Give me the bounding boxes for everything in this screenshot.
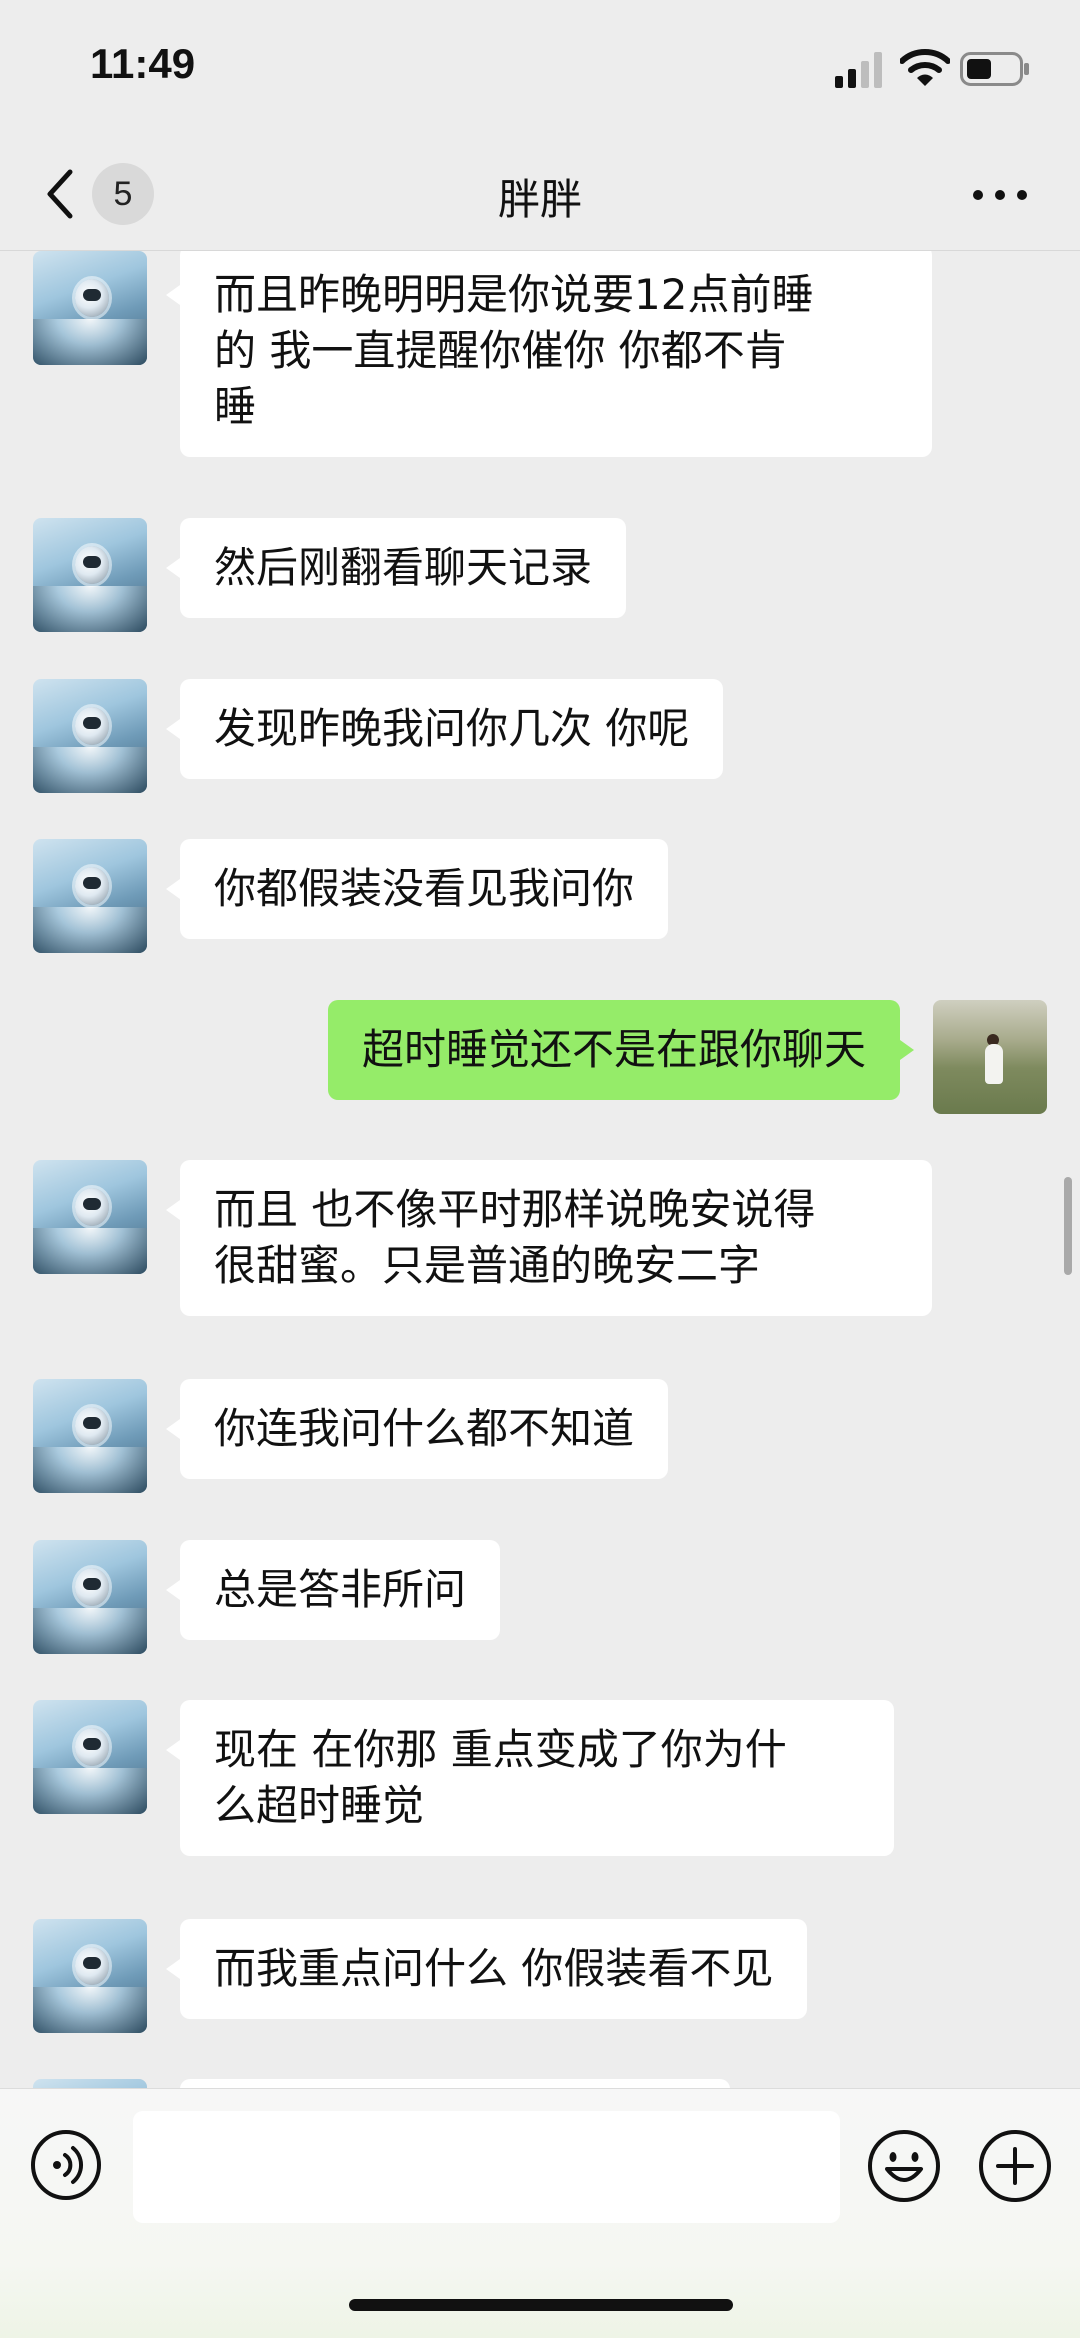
battery-icon xyxy=(960,52,1029,86)
contact-avatar[interactable] xyxy=(33,1540,147,1654)
plus-icon[interactable] xyxy=(978,2129,1052,2203)
scrollbar[interactable] xyxy=(1064,1177,1072,1275)
chat-title: 胖胖 xyxy=(497,175,582,224)
emoji-icon[interactable] xyxy=(867,2129,941,2203)
home-indicator xyxy=(349,2299,733,2311)
message-bubble-incoming[interactable]: 发现昨晚我问你几次 你呢 xyxy=(165,679,724,779)
message-bubble-outgoing[interactable]: 超时睡觉还不是在跟你聊天 xyxy=(327,1000,915,1100)
message-bubble-incoming[interactable]: 现在 在你那 重点变成了你为什 么超时睡觉 xyxy=(166,1700,894,1856)
message-input[interactable] xyxy=(133,2111,840,2223)
wifi-icon xyxy=(900,49,950,86)
contact-avatar[interactable] xyxy=(33,2079,147,2088)
message-bubble-incoming[interactable]: 你都假装没看见我问你 xyxy=(165,839,669,939)
voice-icon[interactable] xyxy=(30,2129,102,2201)
message-bubble-incoming[interactable]: 总是答非所问 xyxy=(165,1540,501,1640)
contact-avatar[interactable] xyxy=(33,839,147,953)
chat-header: 5 胖胖 xyxy=(0,140,1080,251)
message-bubble-incoming[interactable] xyxy=(180,2079,730,2088)
status-bar: 11:49 xyxy=(0,0,1080,140)
message-bubble-incoming[interactable]: 然后刚翻看聊天记录 xyxy=(165,518,627,618)
contact-avatar[interactable] xyxy=(33,679,147,793)
contact-avatar[interactable] xyxy=(33,251,147,365)
status-time: 11:49 xyxy=(90,40,196,87)
cellular-signal-icon xyxy=(835,52,882,88)
my-avatar[interactable] xyxy=(933,1000,1047,1114)
contact-avatar[interactable] xyxy=(33,1700,147,1814)
message-bubble-incoming[interactable]: 你连我问什么都不知道 xyxy=(165,1379,669,1479)
contact-avatar[interactable] xyxy=(33,518,147,632)
contact-avatar[interactable] xyxy=(33,1379,147,1493)
message-bubble-incoming[interactable]: 而且昨晚明明是你说要12点前睡 的 我一直提醒你催你 你都不肯 睡 xyxy=(166,251,932,457)
message-list[interactable]: 而且昨晚明明是你说要12点前睡 的 我一直提醒你催你 你都不肯 睡 然后刚翻看聊… xyxy=(0,251,1080,2088)
more-dots-icon[interactable] xyxy=(972,180,1028,210)
message-bubble-incoming[interactable]: 而且 也不像平时那样说晚安说得 很甜蜜。只是普通的晚安二字 xyxy=(166,1160,932,1316)
contact-avatar[interactable] xyxy=(33,1919,147,2033)
contact-avatar[interactable] xyxy=(33,1160,147,1274)
message-bubble-incoming[interactable]: 而我重点问什么 你假装看不见 xyxy=(165,1919,808,2019)
